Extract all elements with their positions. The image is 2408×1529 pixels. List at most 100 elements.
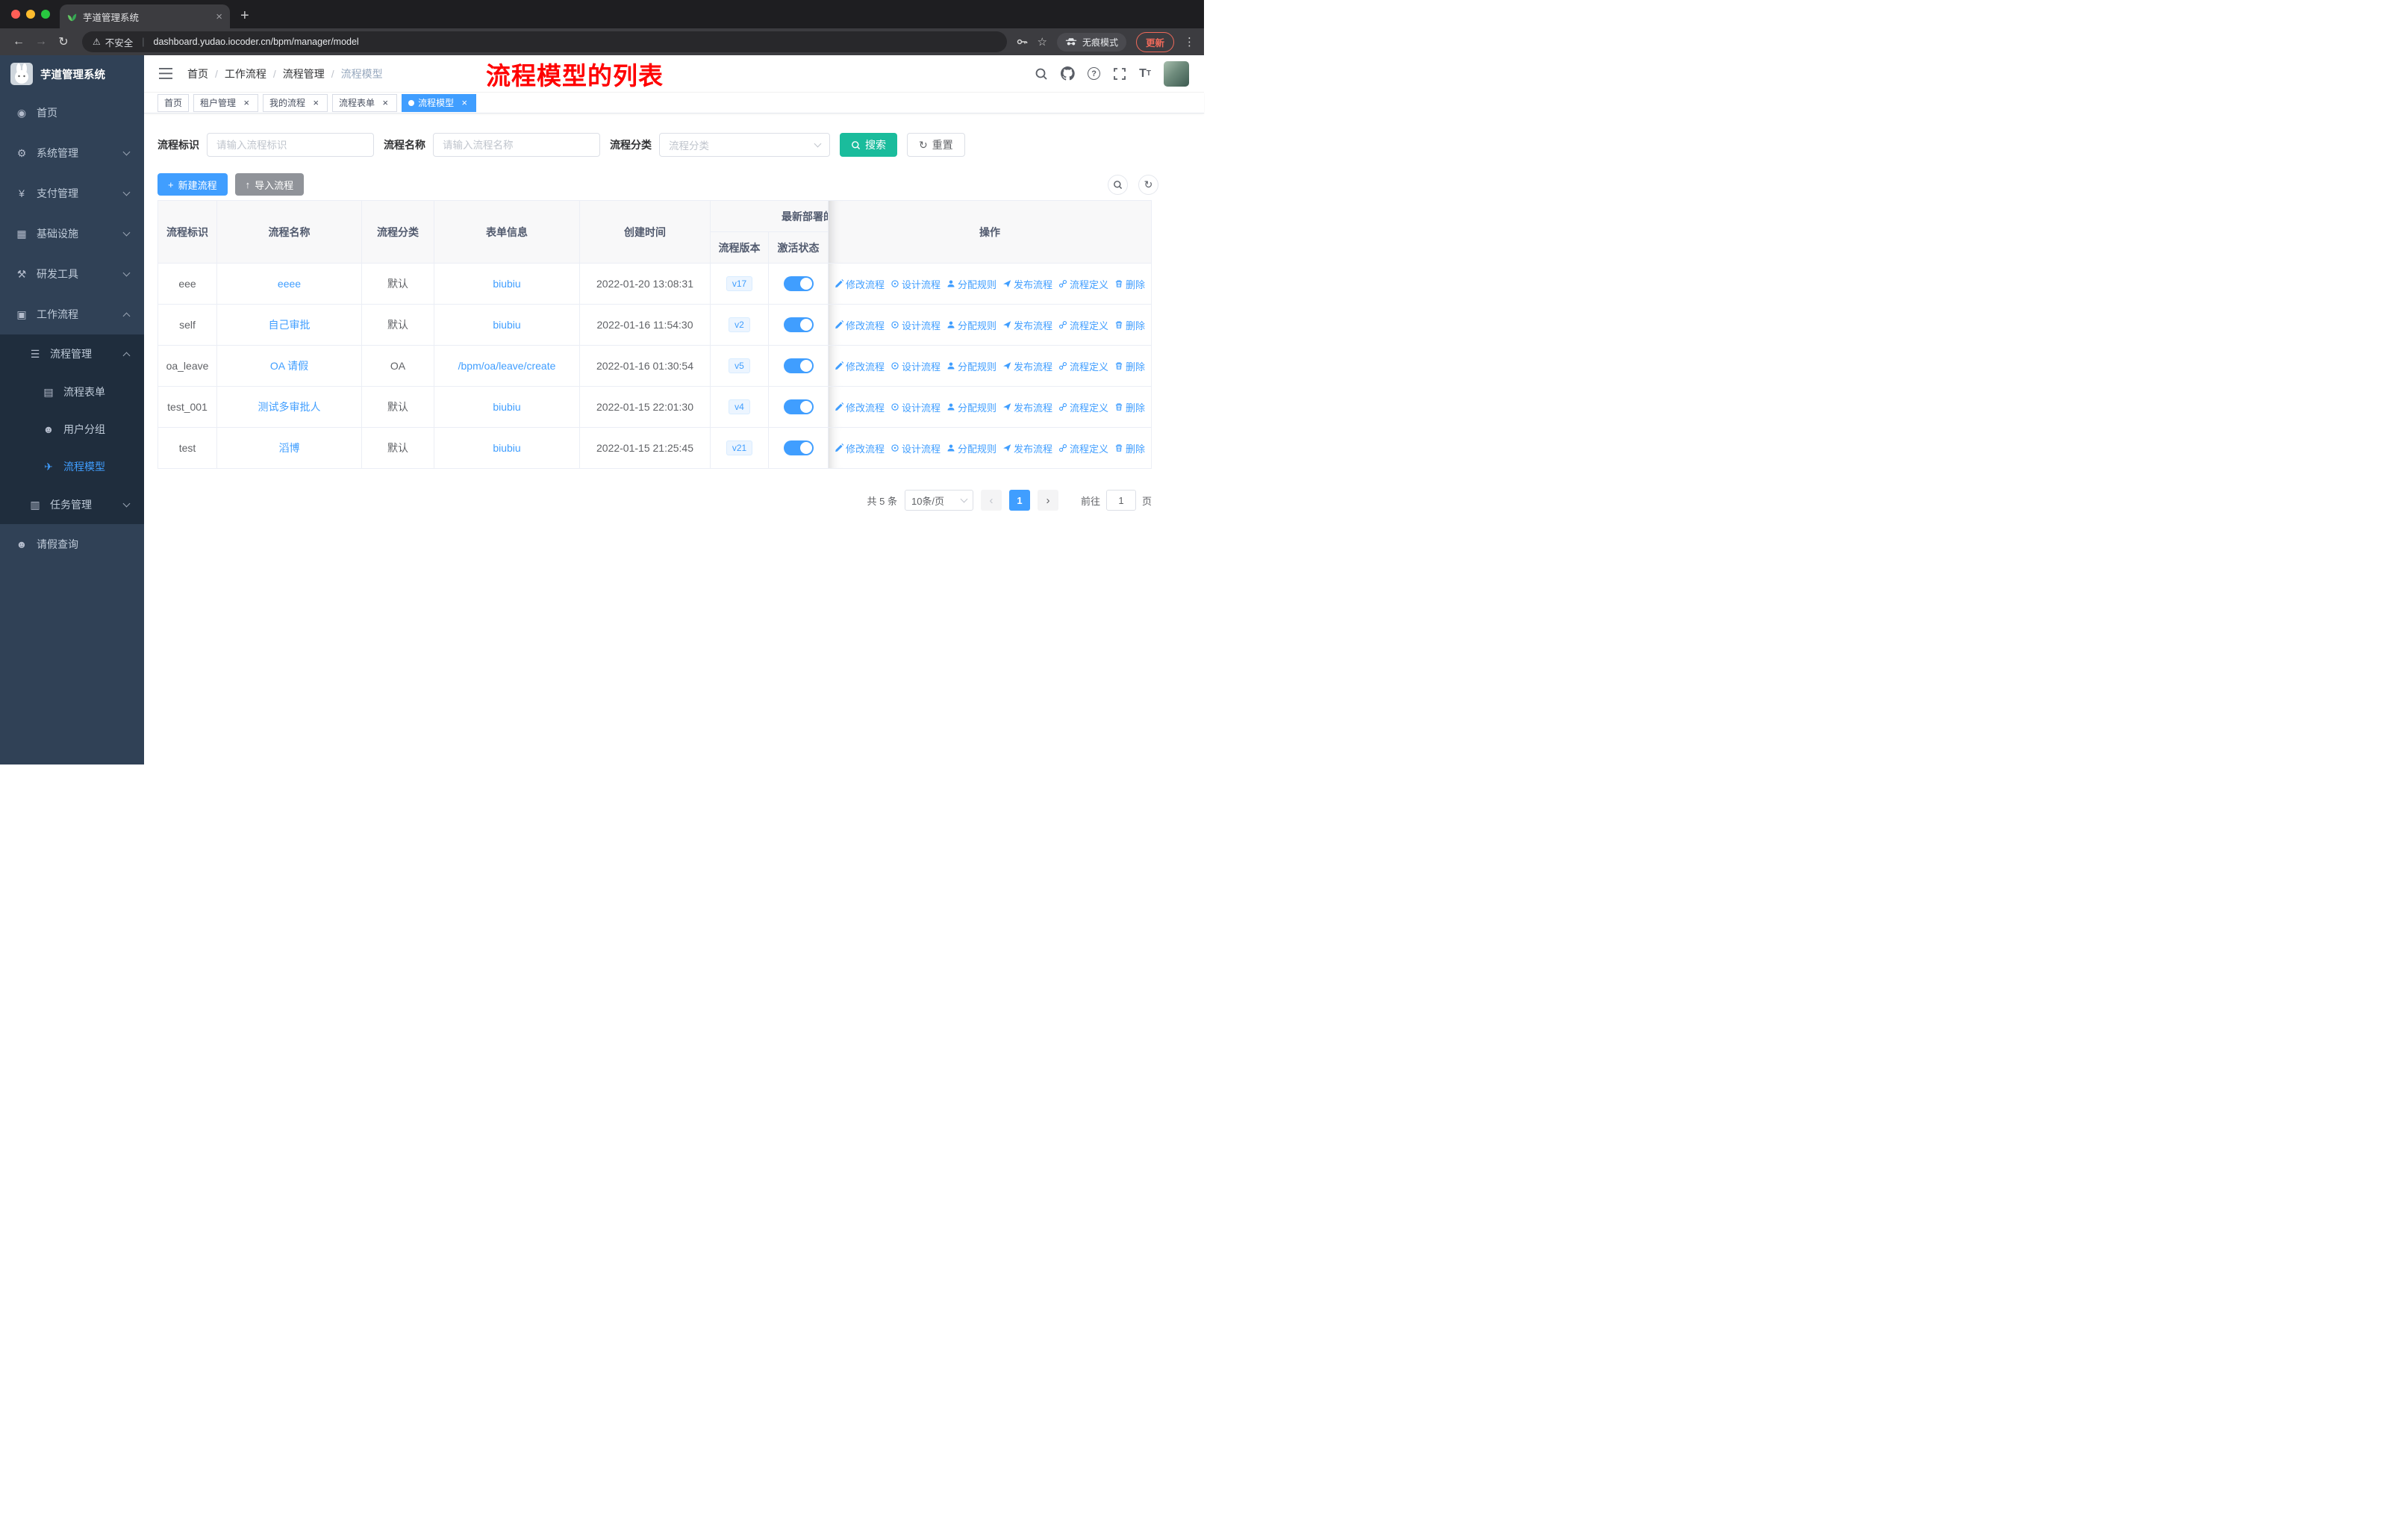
sidebar-item-task-management[interactable]: ▥ 任务管理	[0, 485, 144, 524]
reload-button[interactable]: ↻	[54, 34, 73, 49]
back-button[interactable]: ←	[9, 35, 28, 49]
close-window-button[interactable]	[11, 10, 20, 19]
action-design[interactable]: 设计流程	[890, 359, 941, 373]
action-definition[interactable]: 流程定义	[1058, 277, 1108, 291]
create-process-button[interactable]: + 新建流程	[157, 173, 228, 196]
form-info-link[interactable]: /bpm/oa/leave/create	[458, 360, 556, 372]
close-icon[interactable]: ×	[311, 97, 321, 108]
password-key-icon[interactable]	[1016, 36, 1028, 48]
action-delete[interactable]: 删除	[1114, 318, 1145, 332]
process-name-link[interactable]: 滔博	[279, 442, 300, 454]
action-definition[interactable]: 流程定义	[1058, 441, 1108, 455]
sidebar-item-home[interactable]: ◉ 首页	[0, 93, 144, 133]
user-avatar[interactable]	[1164, 60, 1189, 87]
tag-my-process[interactable]: 我的流程 ×	[263, 93, 328, 112]
goto-page-input[interactable]	[1105, 490, 1136, 511]
process-key-input[interactable]	[207, 133, 374, 157]
action-design[interactable]: 设计流程	[890, 318, 941, 332]
action-delete[interactable]: 删除	[1114, 400, 1145, 414]
forward-button[interactable]: →	[31, 35, 51, 49]
sidebar-item-workflow[interactable]: ▣ 工作流程	[0, 294, 144, 334]
minimize-window-button[interactable]	[26, 10, 35, 19]
action-assign[interactable]: 分配规则	[946, 359, 996, 373]
prev-page-button[interactable]: ‹	[980, 490, 1002, 511]
process-name-link[interactable]: OA 请假	[270, 360, 308, 372]
sidebar-item-devtools[interactable]: ⚒ 研发工具	[0, 254, 144, 294]
refresh-table-icon[interactable]: ↻	[1138, 174, 1158, 195]
tag-process-model[interactable]: 流程模型 ×	[402, 93, 477, 112]
reset-button[interactable]: ↻ 重置	[907, 133, 965, 157]
action-assign[interactable]: 分配规则	[946, 318, 996, 332]
current-page-button[interactable]: 1	[1008, 490, 1030, 511]
form-info-link[interactable]: biubiu	[493, 319, 520, 331]
category-select[interactable]: 流程分类	[659, 133, 830, 157]
form-info-link[interactable]: biubiu	[493, 442, 520, 454]
bookmark-star-icon[interactable]: ☆	[1038, 35, 1047, 49]
action-modify[interactable]: 修改流程	[835, 277, 885, 291]
sidebar-item-process-model[interactable]: ✈ 流程模型	[0, 448, 144, 485]
form-info-link[interactable]: biubiu	[493, 278, 520, 290]
app-logo[interactable]: 芋道管理系统	[0, 55, 144, 93]
next-page-button[interactable]: ›	[1037, 490, 1058, 511]
new-tab-button[interactable]: +	[240, 7, 249, 25]
action-delete[interactable]: 删除	[1114, 359, 1145, 373]
action-publish[interactable]: 发布流程	[1002, 441, 1052, 455]
page-size-select[interactable]: 10条/页	[904, 490, 973, 511]
action-design[interactable]: 设计流程	[890, 441, 941, 455]
close-icon[interactable]: ×	[380, 97, 390, 108]
breadcrumb-item[interactable]: 流程管理	[283, 66, 325, 81]
sidebar-item-process-form[interactable]: ▤ 流程表单	[0, 373, 144, 411]
action-delete[interactable]: 删除	[1114, 277, 1145, 291]
close-icon[interactable]: ×	[241, 97, 252, 108]
action-publish[interactable]: 发布流程	[1002, 359, 1052, 373]
tag-process-form[interactable]: 流程表单 ×	[332, 93, 398, 112]
action-modify[interactable]: 修改流程	[835, 359, 885, 373]
action-definition[interactable]: 流程定义	[1058, 359, 1108, 373]
action-publish[interactable]: 发布流程	[1002, 400, 1052, 414]
security-label[interactable]: 不安全	[105, 35, 134, 49]
action-modify[interactable]: 修改流程	[835, 400, 885, 414]
close-icon[interactable]: ×	[459, 97, 470, 108]
tag-home[interactable]: 首页	[157, 93, 190, 112]
process-name-link[interactable]: eeee	[278, 278, 301, 290]
browser-update-button[interactable]: 更新	[1135, 31, 1174, 52]
process-name-link[interactable]: 测试多审批人	[258, 401, 321, 413]
process-name-link[interactable]: 自己审批	[269, 319, 311, 331]
sidebar-toggle-icon[interactable]	[159, 68, 172, 79]
active-toggle[interactable]	[783, 440, 814, 455]
sidebar-item-infrastructure[interactable]: ▦ 基础设施	[0, 214, 144, 254]
action-design[interactable]: 设计流程	[890, 400, 941, 414]
action-assign[interactable]: 分配规则	[946, 277, 996, 291]
sidebar-item-system[interactable]: ⚙ 系统管理	[0, 133, 144, 173]
sidebar-item-leave-query[interactable]: ☻ 请假查询	[0, 524, 144, 564]
search-icon[interactable]	[1035, 67, 1048, 81]
browser-menu-icon[interactable]: ⋮	[1184, 35, 1195, 49]
tab-close-icon[interactable]: ×	[216, 10, 222, 23]
sidebar-item-payment[interactable]: ¥ 支付管理	[0, 173, 144, 214]
search-button[interactable]: 搜索	[840, 133, 897, 157]
action-modify[interactable]: 修改流程	[835, 318, 885, 332]
action-publish[interactable]: 发布流程	[1002, 318, 1052, 332]
toggle-search-icon[interactable]	[1108, 174, 1128, 195]
breadcrumb-item[interactable]: 首页	[187, 66, 208, 81]
action-assign[interactable]: 分配规则	[946, 400, 996, 414]
active-toggle[interactable]	[783, 399, 814, 414]
process-name-input[interactable]	[433, 133, 600, 157]
active-toggle[interactable]	[783, 358, 814, 373]
font-size-icon[interactable]: TT	[1139, 67, 1151, 80]
fullscreen-icon[interactable]	[1113, 67, 1126, 81]
action-publish[interactable]: 发布流程	[1002, 277, 1052, 291]
help-icon[interactable]: ?	[1088, 67, 1101, 80]
browser-tab[interactable]: 芋道管理系统 ×	[60, 4, 230, 28]
action-design[interactable]: 设计流程	[890, 277, 941, 291]
import-process-button[interactable]: ↑ 导入流程	[234, 173, 305, 196]
active-toggle[interactable]	[783, 317, 814, 332]
sidebar-item-process-management[interactable]: ☰ 流程管理	[0, 334, 144, 373]
action-modify[interactable]: 修改流程	[835, 441, 885, 455]
form-info-link[interactable]: biubiu	[493, 401, 520, 413]
github-icon[interactable]	[1061, 66, 1075, 81]
sidebar-item-user-group[interactable]: ☻ 用户分组	[0, 411, 144, 448]
breadcrumb-item[interactable]: 工作流程	[225, 66, 266, 81]
action-definition[interactable]: 流程定义	[1058, 318, 1108, 332]
action-delete[interactable]: 删除	[1114, 441, 1145, 455]
